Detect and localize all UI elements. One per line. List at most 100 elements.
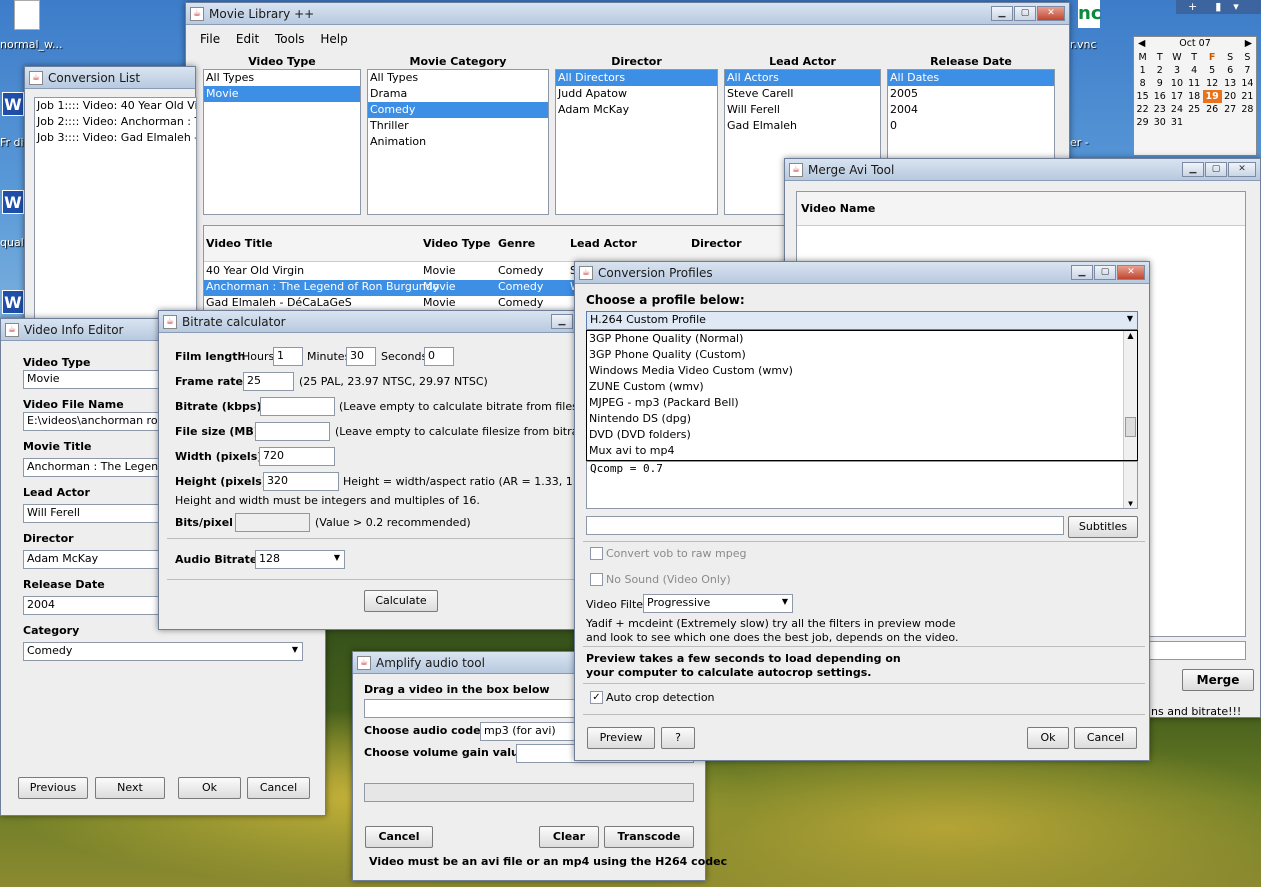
column-header[interactable]: Director	[691, 237, 742, 250]
minimize-button[interactable]: ▁	[1182, 162, 1204, 177]
minimize-button[interactable]: ▁	[991, 6, 1013, 21]
maximize-button[interactable]: ▢	[1014, 6, 1036, 21]
list-item[interactable]: 3GP Phone Quality (Normal)	[587, 331, 1137, 347]
maximize-button[interactable]: ▢	[1094, 265, 1116, 280]
word-doc-icon[interactable]: W	[2, 92, 24, 116]
category-select[interactable]: Comedy	[23, 642, 303, 661]
list-item[interactable]: Job 1:::: Video: 40 Year Old Vir	[35, 98, 196, 114]
close-button[interactable]: ✕	[1037, 6, 1065, 21]
calendar-day[interactable]: 7	[1239, 64, 1256, 77]
list-item[interactable]: 2004	[888, 102, 1054, 118]
list-item[interactable]: 0	[888, 118, 1054, 134]
calculate-button[interactable]: Calculate	[364, 590, 438, 612]
no-sound-checkbox[interactable]	[590, 573, 603, 586]
vnc-icon[interactable]: nc	[1078, 0, 1101, 28]
profile-dropdown-list[interactable]: 3GP Phone Quality (Normal) 3GP Phone Qua…	[586, 330, 1138, 461]
calendar-day[interactable]: 22	[1134, 103, 1151, 116]
conversion-profiles-window[interactable]: ☕ Conversion Profiles ▁ ▢ ✕ Choose a profi…	[574, 261, 1150, 761]
calendar-day[interactable]: 16	[1151, 90, 1168, 103]
list-item[interactable]: Animation	[368, 134, 548, 150]
calendar-day[interactable]: 26	[1203, 103, 1222, 116]
calendar-day[interactable]: 21	[1239, 90, 1256, 103]
calendar-day[interactable]: 11	[1186, 77, 1203, 90]
calendar-day[interactable]: 9	[1151, 77, 1168, 90]
conversion-list-window[interactable]: ☕ Conversion List Job 1:::: Video: 40 Ye…	[24, 66, 197, 328]
column-header[interactable]: Video Title	[206, 237, 273, 250]
minimize-button[interactable]: ▁	[551, 314, 573, 329]
calendar-day[interactable]: 3	[1168, 64, 1185, 77]
scroll-up-icon[interactable]: ▲	[1124, 331, 1137, 340]
column-header[interactable]: Genre	[498, 237, 535, 250]
column-header[interactable]: Lead Actor	[570, 237, 637, 250]
calendar-gadget[interactable]: ◀ Oct 07 ▶ M T W T F S S 1234567 8 9 10 11 1…	[1133, 36, 1257, 156]
calendar-day[interactable]: 1	[1134, 64, 1151, 77]
list-item[interactable]: All Types	[204, 70, 360, 86]
calendar-day[interactable]: 15	[1134, 90, 1151, 103]
movie-category-list[interactable]: All Types Drama Comedy Thriller Animatio…	[367, 69, 549, 215]
list-item[interactable]: All Actors	[725, 70, 880, 86]
next-button[interactable]: Next	[95, 777, 165, 799]
menu-help[interactable]: Help	[320, 32, 347, 46]
scroll-down-icon[interactable]: ▼	[1124, 499, 1137, 508]
calendar-day[interactable]: 30	[1151, 116, 1168, 129]
minimize-button[interactable]: ▁	[1071, 265, 1093, 280]
calendar-day[interactable]: 5	[1203, 64, 1222, 77]
calendar-day[interactable]: 17	[1168, 90, 1185, 103]
list-item[interactable]: Adam McKay	[556, 102, 717, 118]
calendar-day[interactable]: 23	[1151, 103, 1168, 116]
list-item[interactable]: Mux avi to mp4	[587, 443, 1137, 459]
list-item[interactable]: Steve Carell	[725, 86, 880, 102]
bitrate-calculator-window[interactable]: ☕ Bitrate calculator ▁ Film length Hours…	[158, 310, 601, 630]
calendar-day[interactable]: 24	[1168, 103, 1185, 116]
ok-button[interactable]: Ok	[1027, 727, 1069, 749]
merge-button[interactable]: Merge	[1182, 669, 1254, 691]
width-field[interactable]: 720	[259, 447, 335, 466]
menu-tools[interactable]: Tools	[275, 32, 305, 46]
bitrate-field[interactable]	[260, 397, 335, 416]
word-doc-icon[interactable]: W	[2, 290, 24, 314]
calendar-day-today[interactable]: 19	[1202, 90, 1222, 103]
scroll-thumb[interactable]	[1125, 417, 1136, 437]
list-item[interactable]: Job 2:::: Video: Anchorman : T	[35, 114, 196, 130]
calendar-day[interactable]: 20	[1222, 90, 1239, 103]
file-size-field[interactable]	[255, 422, 330, 441]
profile-select[interactable]: H.264 Custom Profile	[586, 311, 1138, 330]
next-month-icon[interactable]: ▶	[1245, 37, 1252, 51]
list-item[interactable]: DVD (DVD folders)	[587, 427, 1137, 443]
calendar-day[interactable]: 4	[1186, 64, 1203, 77]
transcode-button[interactable]: Transcode	[604, 826, 694, 848]
list-item[interactable]: Job 3:::: Video: Gad Elmaleh - I	[35, 130, 196, 146]
calendar-day[interactable]: 10	[1168, 77, 1185, 90]
list-item[interactable]: Gad Elmaleh	[725, 118, 880, 134]
title-bar[interactable]: ☕ Conversion List	[25, 67, 195, 89]
seconds-field[interactable]: 0	[424, 347, 454, 366]
list-item[interactable]: Judd Apatow	[556, 86, 717, 102]
maximize-button[interactable]: ▢	[1205, 162, 1227, 177]
close-button[interactable]: ✕	[1117, 265, 1145, 280]
list-item[interactable]: All Dates	[888, 70, 1054, 86]
prev-month-icon[interactable]: ◀	[1138, 37, 1145, 51]
column-header[interactable]: Video Name	[797, 192, 1245, 226]
calendar-day[interactable]: 12	[1203, 77, 1222, 90]
list-item[interactable]: 2005	[888, 86, 1054, 102]
calendar-day[interactable]: 13	[1222, 77, 1239, 90]
list-item[interactable]: ZUNE Custom (wmv)	[587, 379, 1137, 395]
close-button[interactable]: ✕	[1228, 162, 1256, 177]
title-bar[interactable]: ☕ Merge Avi Tool ▁ ▢ ✕	[785, 159, 1260, 181]
settings-text-area[interactable]: Qcomp = 0.7 ▼	[586, 461, 1138, 509]
ok-button[interactable]: Ok	[178, 777, 241, 799]
hours-field[interactable]: 1	[273, 347, 303, 366]
document-icon[interactable]	[14, 0, 40, 30]
calendar-day[interactable]: 29	[1134, 116, 1151, 129]
cancel-button[interactable]: Cancel	[1074, 727, 1137, 749]
calendar-day[interactable]: 28	[1239, 103, 1256, 116]
list-item[interactable]: Comedy	[368, 102, 548, 118]
convert-vob-checkbox[interactable]	[590, 547, 603, 560]
menu-edit[interactable]: Edit	[236, 32, 259, 46]
director-list[interactable]: All Directors Judd Apatow Adam McKay	[555, 69, 718, 215]
title-bar[interactable]: ☕ Conversion Profiles ▁ ▢ ✕	[575, 262, 1149, 284]
video-type-list[interactable]: All Types Movie	[203, 69, 361, 215]
clear-button[interactable]: Clear	[539, 826, 599, 848]
calendar-day[interactable]: 18	[1186, 90, 1203, 103]
list-item[interactable]: 3GP Phone Quality (Custom)	[587, 347, 1137, 363]
